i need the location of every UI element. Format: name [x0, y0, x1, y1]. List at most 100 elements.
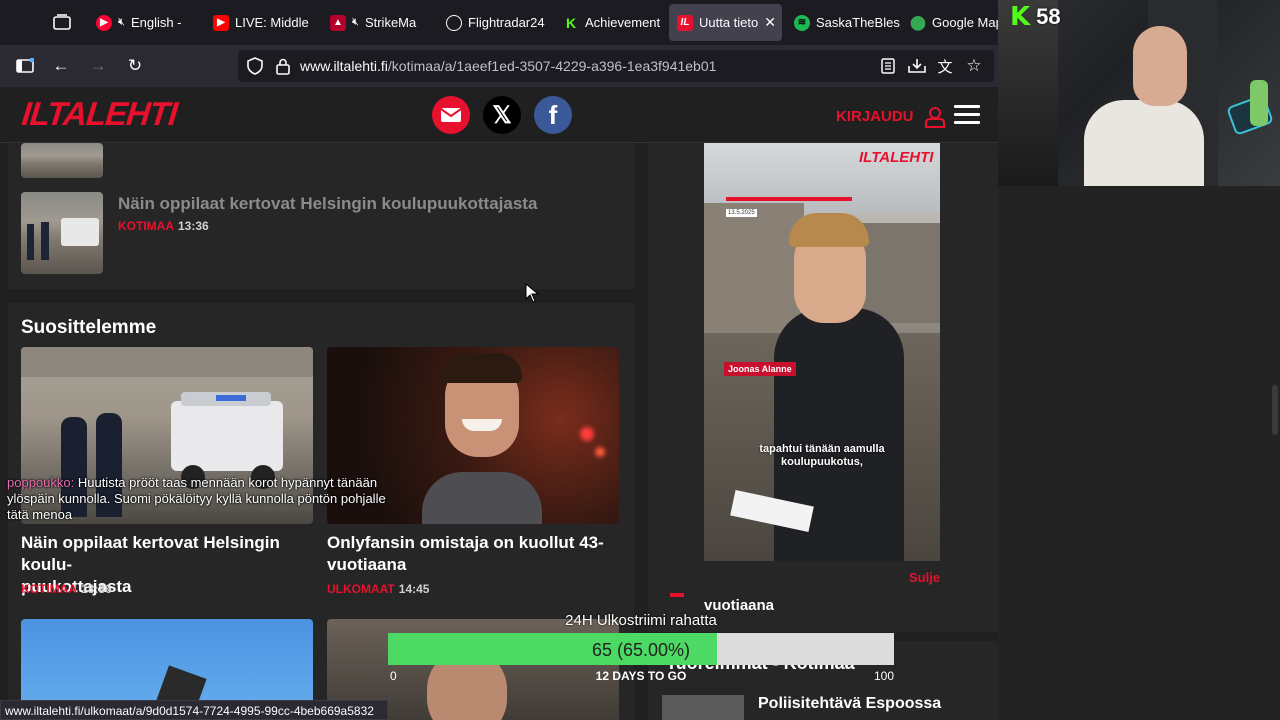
video-caption: tapahtui tänään aamulla koulupuukotus, — [704, 443, 940, 469]
tab-bar: ▶ 🔇︎ English - ▶ LIVE: Middle ▲ 🔇︎ Strik… — [0, 0, 998, 45]
chat-message: poppoukko: Huutista prööt taas mennään k… — [7, 475, 407, 523]
site-header: ILTALEHTI 𝕏 f KIRJAUDU — [0, 87, 998, 143]
caption-line: tapahtui tänään aamulla — [759, 443, 885, 455]
time-label: 14:45 — [398, 582, 430, 596]
article-list: Näin oppilaat kertovat Helsingin koulupu… — [8, 143, 634, 289]
mouse-cursor-icon — [525, 282, 540, 308]
video-name-tag: Joonas Alanne — [724, 362, 796, 376]
page-scrollbar-thumb[interactable] — [1272, 385, 1278, 435]
streamer-body — [1084, 100, 1204, 186]
google-maps-icon: ⬤ — [910, 14, 926, 30]
card-title-line: vuotiaana — [327, 555, 407, 574]
tab-flightradar[interactable]: Flightradar24 — [438, 4, 552, 41]
save-to-pocket-icon[interactable] — [905, 54, 929, 78]
close-tab-icon[interactable]: ✕ — [764, 14, 776, 31]
tab-achievement[interactable]: K Achievement — [555, 4, 667, 41]
viewer-count: 58 — [1036, 4, 1061, 29]
category-marker — [670, 593, 684, 597]
tab-english[interactable]: ▶ 🔇︎ English - — [88, 4, 200, 41]
article-thumbnail[interactable] — [21, 143, 103, 178]
email-share-icon[interactable] — [432, 96, 470, 134]
video-title-bar — [726, 197, 852, 201]
tab-label: Flightradar24 — [468, 15, 545, 30]
time-label: 13:36 — [178, 219, 209, 233]
reader-view-icon[interactable] — [876, 54, 900, 78]
tab-label: Achievement — [585, 15, 661, 30]
navigation-bar: ← → ↻ www.iltalehti.fi/kotimaa/a/1aeef1e… — [0, 45, 998, 87]
section-title: Suosittelemme — [21, 317, 157, 338]
strikemap-icon: ▲ — [330, 14, 346, 31]
article-thumbnail[interactable] — [662, 695, 744, 720]
card-meta: KOTIMAA 13:36 — [21, 582, 112, 596]
video-logo: ILTALEHTI — [859, 149, 934, 166]
streamer-face — [1133, 26, 1187, 106]
close-video-button[interactable]: Sulje — [909, 570, 940, 585]
tab-label: Uutta tieto — [699, 15, 759, 30]
list-item-title[interactable]: Näin oppilaat kertovat Helsingin koulupu… — [118, 194, 537, 214]
back-button[interactable]: ← — [49, 54, 73, 78]
iltalehti-icon: IL — [677, 14, 693, 31]
card-meta: ULKOMAAT 14:45 — [327, 582, 429, 596]
tab-label: LIVE: Middle — [235, 15, 309, 30]
card-title-line: Näin oppilaat kertovat Helsingin koulu- — [21, 533, 280, 574]
youtube-music-icon: ▶ — [96, 14, 112, 31]
bookmark-star-icon[interactable]: ☆ — [962, 54, 986, 78]
tab-overview-icon[interactable] — [50, 10, 74, 34]
goal-value: 65 (65.00%) — [591, 640, 691, 660]
tab-label: English - — [130, 15, 182, 30]
forward-button[interactable]: → — [86, 54, 110, 78]
tab-label: SaskaTheBles — [816, 15, 900, 30]
translate-icon[interactable]: 文 — [933, 54, 957, 78]
tab-uutta-tieto[interactable]: IL Uutta tieto ✕ — [669, 4, 782, 41]
list-item-meta: KOTIMAA 13:36 — [118, 219, 209, 233]
tab-google-maps[interactable]: ⬤ Google Map — [902, 4, 998, 41]
latest-item-title[interactable]: Poliisitehtävä Espoossa — [758, 695, 941, 713]
sidebar-toggle-icon[interactable] — [13, 54, 37, 78]
chat-username: poppoukko: — [7, 475, 75, 490]
tab-label: Google Map — [932, 15, 998, 30]
x-share-icon[interactable]: 𝕏 — [483, 96, 521, 134]
login-label: KIRJAUDU — [836, 107, 914, 125]
goal-max: 100 — [873, 669, 894, 683]
video-date: 13.5.2025 — [726, 209, 757, 217]
tab-strikemap[interactable]: ▲ 🔇︎ StrikeMa — [322, 4, 434, 41]
goal-subtitle: 12 DAYS TO GO — [595, 669, 687, 683]
user-icon — [924, 107, 945, 128]
card-title[interactable]: Onlyfansin omistaja on kuollut 43- vuoti… — [327, 532, 619, 576]
url-bar[interactable]: www.iltalehti.fi/kotimaa/a/1aeef1ed-3507… — [238, 50, 994, 82]
tab-live-middle[interactable]: ▶ LIVE: Middle — [205, 4, 319, 41]
menu-icon[interactable] — [954, 105, 980, 125]
facebook-share-icon[interactable]: f — [534, 96, 572, 134]
category-label[interactable]: KOTIMAA — [21, 582, 77, 596]
category-label[interactable]: ULKOMAAT — [327, 582, 395, 596]
webcam-overlay: K 58 — [998, 0, 1280, 186]
url-domain: www.iltalehti.fi — [300, 58, 388, 74]
youtube-icon: ▶ — [213, 14, 229, 31]
donation-goal: 24H Ulkostriimi rahatta 65 (65.00%) 0 12… — [388, 612, 894, 687]
can-image — [1250, 80, 1268, 126]
goal-track: 65 (65.00%) — [388, 633, 894, 665]
article-thumbnail[interactable] — [21, 192, 103, 274]
tab-saska[interactable]: ≋ SaskaTheBles — [786, 4, 900, 41]
reload-button[interactable]: ↻ — [123, 54, 147, 78]
site-logo[interactable]: ILTALEHTI — [20, 95, 179, 133]
muted-icon[interactable]: 🔇︎ — [118, 16, 125, 29]
flightradar-icon — [446, 14, 462, 31]
url-path: /kotimaa/a/1aeef1ed-3507-4229-a396-1ea3f… — [387, 58, 717, 74]
kick-logo-icon: K — [1010, 2, 1031, 32]
link-status-bar: www.iltalehti.fi/ulkomaat/a/9d0d1574-772… — [0, 700, 388, 720]
login-button[interactable]: KIRJAUDU — [836, 106, 946, 128]
goal-title: 24H Ulkostriimi rahatta — [565, 612, 717, 629]
caption-line: koulupuukotus, — [781, 456, 863, 468]
shield-icon[interactable] — [243, 54, 267, 78]
kick-viewers: K 58 — [1010, 2, 1061, 32]
lock-icon[interactable] — [271, 54, 295, 78]
category-label[interactable]: KOTIMAA — [118, 219, 174, 233]
muted-icon[interactable]: 🔇︎ — [352, 16, 359, 29]
tab-label: StrikeMa — [364, 15, 417, 30]
kick-icon: K — [565, 14, 577, 31]
scrollbar[interactable] — [990, 87, 998, 720]
video-player[interactable]: ILTALEHTI 13.5.2025 Joonas Alanne tapaht… — [704, 143, 940, 561]
url-text[interactable]: www.iltalehti.fi/kotimaa/a/1aeef1ed-3507… — [300, 58, 716, 74]
spotify-icon: ≋ — [794, 14, 810, 31]
